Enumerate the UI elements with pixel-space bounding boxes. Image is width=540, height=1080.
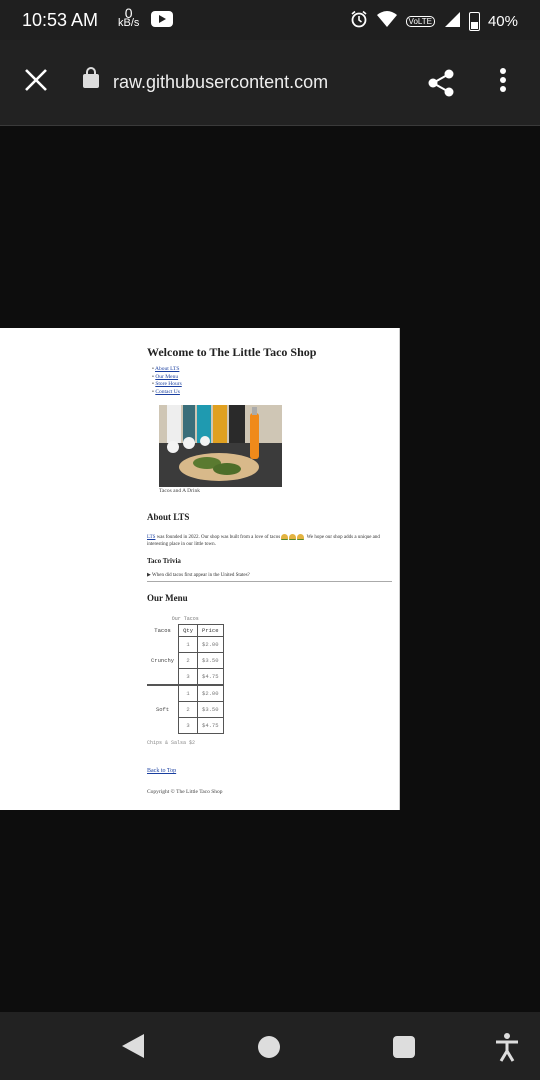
trivia-disclosure[interactable]: When did tacos first appear in the Unite… [147,572,392,582]
price-cell: $4.75 [197,717,224,734]
table-footnote: Chips & Salsa $2 [147,740,196,746]
qty-cell: 2 [178,701,199,718]
close-icon[interactable] [22,66,50,94]
nav-link-about[interactable]: About LTS [155,366,179,372]
volte-icon: VoLTE [405,15,435,27]
page-nav: About LTS Our Menu Store Hours Contact U… [152,366,182,396]
lock-icon [83,67,99,88]
url-text[interactable]: raw.githubusercontent.com [113,72,328,93]
clock: 10:53 AM [22,10,99,30]
nav-item-menu: Our Menu [152,374,182,382]
network-speed-unit: kB/s [118,17,140,29]
back-to-top-link[interactable]: Back to Top [147,768,176,774]
table-row: Crunchy 2 $3.50 [147,652,224,669]
network-speed: 0 kB/s [118,6,140,29]
price-cell: $2.00 [197,684,224,702]
table-row: Soft 2 $3.50 [147,701,224,718]
home-icon[interactable] [258,1036,280,1058]
alarm-icon [350,10,368,32]
about-heading: About LTS [147,512,190,522]
table-row: 1 $2.00 [147,684,224,702]
row-header-crunchy: Crunchy [151,657,175,664]
price-cell: $3.50 [197,652,224,669]
menu-table: Our Tacos Tacos Qty Price 1 $2.00 Crunch… [147,616,224,734]
nav-link-menu[interactable]: Our Menu [155,374,178,380]
column-header: Price [197,624,224,637]
status-icons: VoLTE 40% [350,10,518,32]
qty-cell: 1 [178,636,199,653]
nav-item-contact: Contact Us [152,389,182,397]
battery-percent: 40% [487,12,518,30]
price-cell: $4.75 [197,668,224,686]
table-row: 3 $4.75 [147,717,224,734]
qty-cell: 1 [178,684,199,702]
accessibility-icon[interactable] [494,1032,520,1062]
more-icon[interactable] [498,68,508,98]
back-icon[interactable] [122,1034,144,1058]
system-nav-bar [0,1012,540,1080]
page-title: Welcome to The Little Taco Shop [147,345,317,359]
row-header-soft: Soft [155,706,170,713]
content-viewer[interactable]: Welcome to The Little Taco Shop About LT… [0,126,540,1012]
youtube-notification-icon [151,11,173,27]
photo-caption: Tacos and A Drink [159,488,201,494]
wifi-icon [376,10,398,32]
nav-item-hours: Store Hours [152,381,181,389]
price-cell: $2.00 [197,636,224,653]
qty-cell: 2 [178,652,199,669]
table-row: 1 $2.00 [147,636,224,653]
about-text: was founded in 2022. Our shop was built … [155,535,281,541]
column-header: Qty [178,624,199,637]
status-bar: 10:53 AM 0 kB/s VoLTE 40% [0,0,540,40]
table-caption: Our Tacos [171,616,199,622]
share-icon[interactable] [427,68,455,98]
about-paragraph: LTS was founded in 2022. Our shop was bu… [147,534,392,548]
html-page: Welcome to The Little Taco Shop About LT… [0,328,400,810]
copyright-text: Copyright © The Little Taco Shop [147,789,223,795]
table-row: 3 $4.75 [147,668,224,686]
price-cell: $3.50 [197,701,224,718]
column-header: Tacos [154,627,171,634]
taco-icon [297,534,305,540]
browser-toolbar: raw.githubusercontent.com [0,40,540,126]
battery-icon [468,11,480,31]
qty-cell: 3 [178,668,199,686]
nav-link-contact[interactable]: Contact Us [155,389,180,395]
menu-heading: Our Menu [147,593,188,603]
qty-cell: 3 [178,717,199,734]
taco-icon [281,534,289,540]
taco-icon [289,534,297,540]
nav-item-about: About LTS [152,366,182,374]
nav-link-hours[interactable]: Store Hours [155,381,181,387]
trivia-heading: Taco Trivia [147,557,181,565]
tacos-photo [159,405,282,487]
recents-icon[interactable] [393,1036,415,1058]
cell-signal-icon [443,10,461,32]
